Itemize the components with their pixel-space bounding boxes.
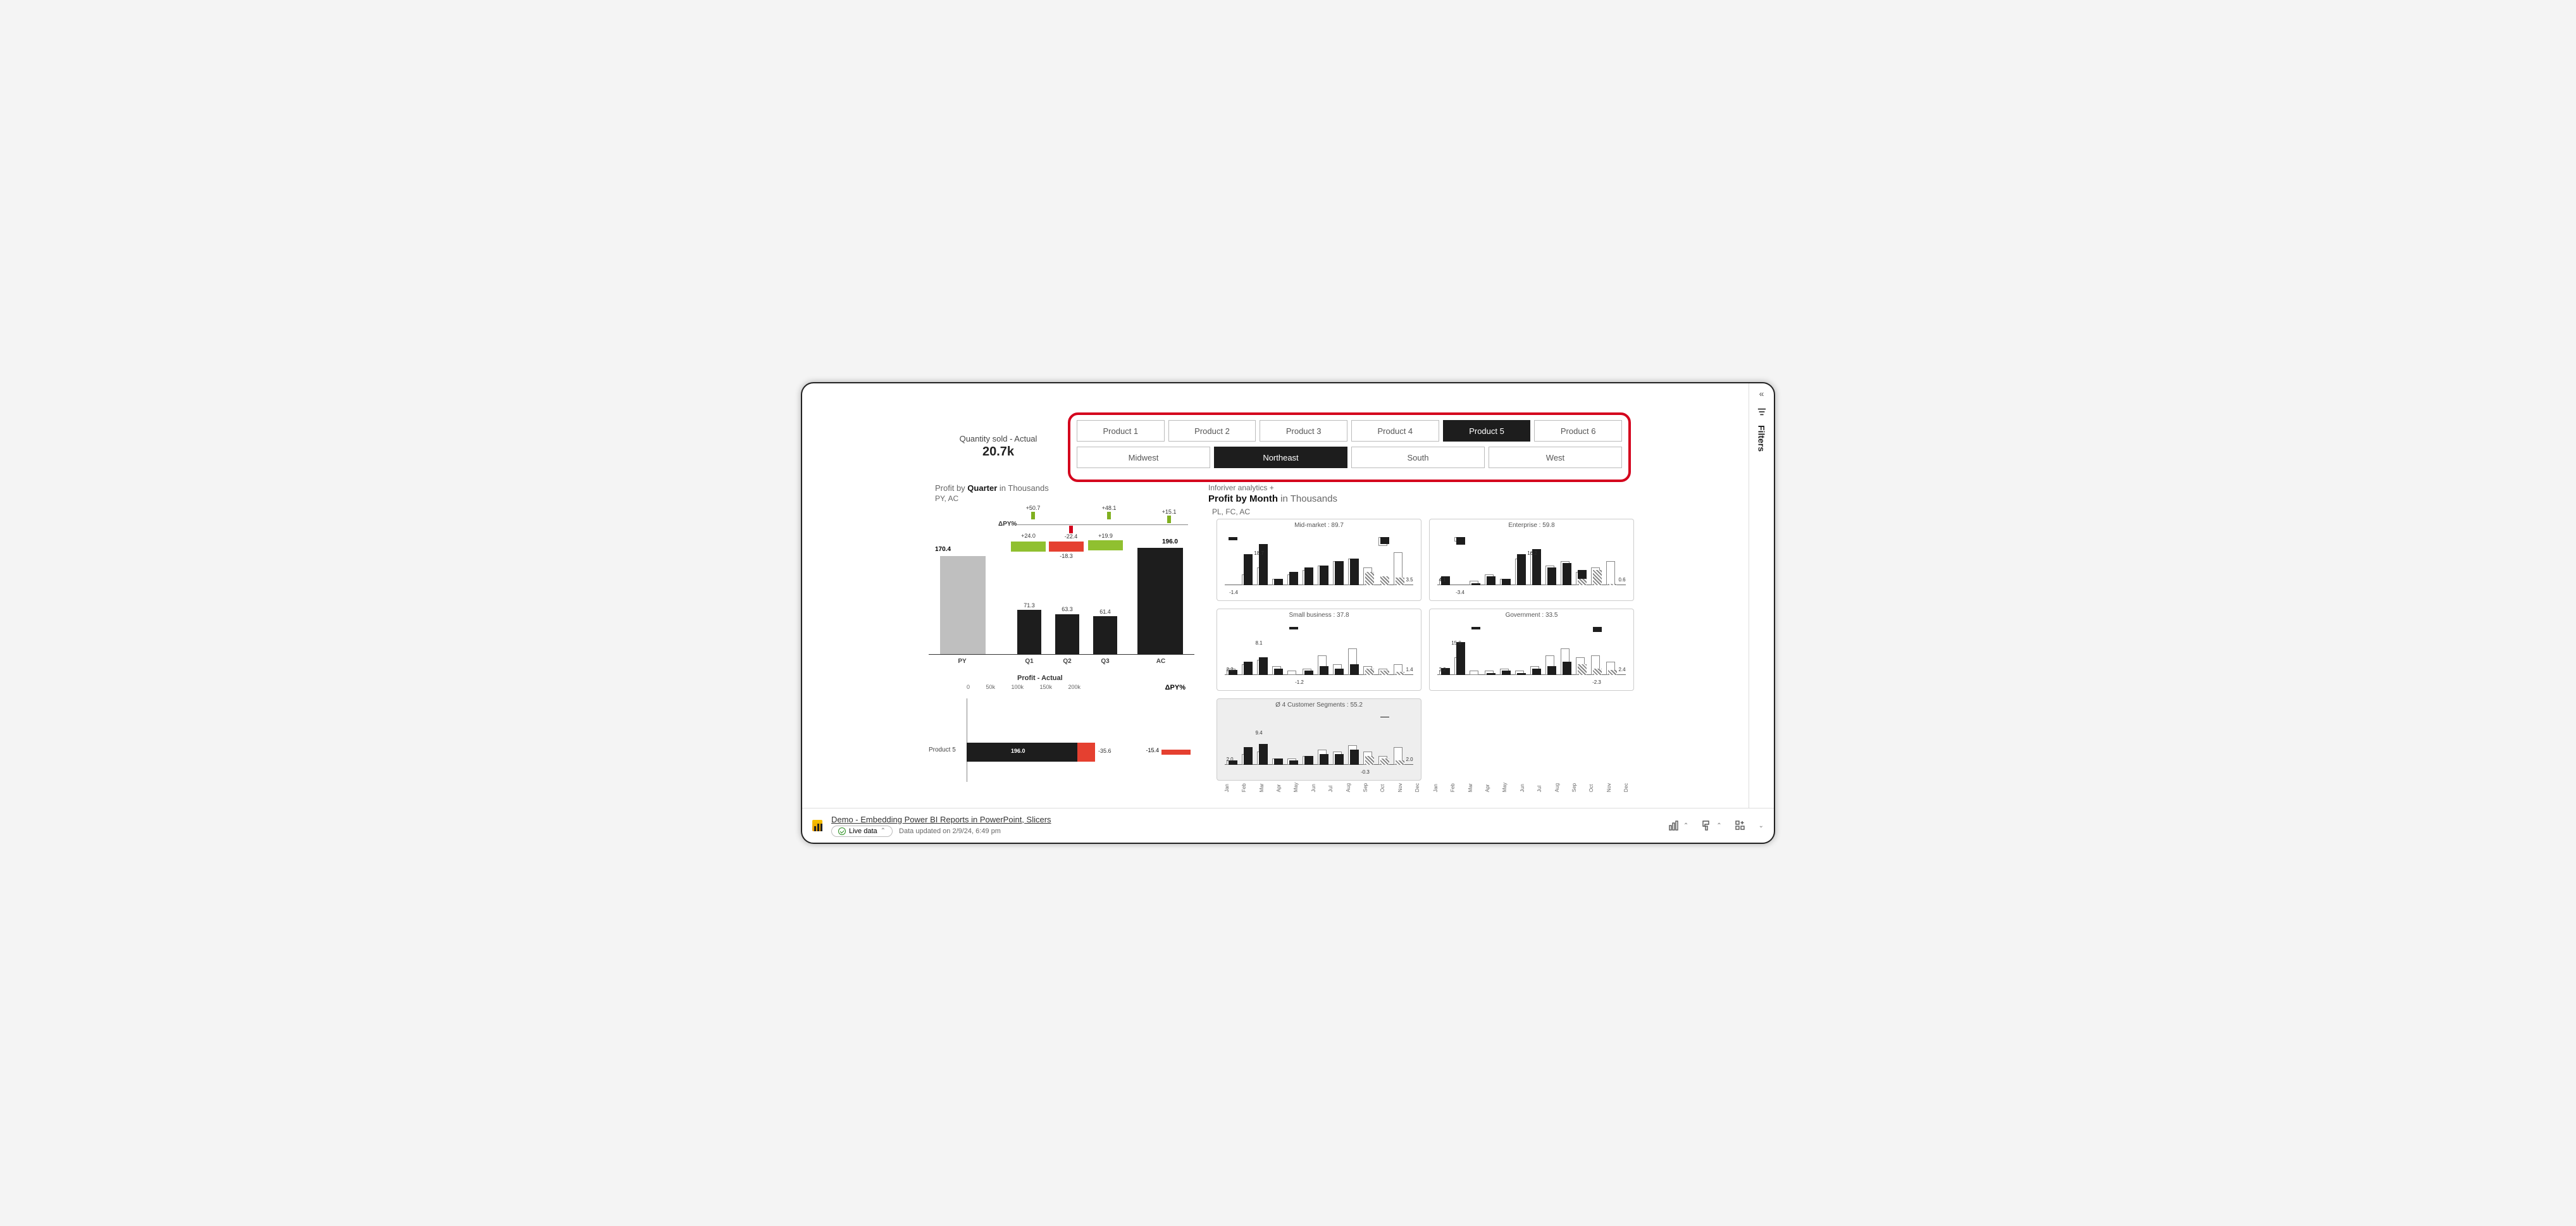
expand-button[interactable]: ⌄ [1759, 822, 1764, 829]
sm-panel-2[interactable]: Small business : 37.8 2.2 8.1 -1.2 1.4 [1217, 609, 1421, 691]
slicer-region-northeast[interactable]: Northeast [1214, 447, 1347, 468]
paint-icon [1701, 820, 1712, 831]
py-value: 170.4 [935, 546, 951, 553]
live-data-button[interactable]: Live data ⌃ [831, 826, 893, 837]
add-grid-icon [1735, 820, 1746, 831]
profit-row-label: Product 5 [929, 746, 956, 753]
quarter-chart-title: Profit by Quarter in Thousands PY, AC [935, 483, 1049, 503]
profit-chart-title: Profit - Actual [1017, 674, 1063, 682]
data-updated-label: Data updated on 2/9/24, 6:49 pm [899, 827, 1001, 835]
month-chart-title: Profit by Month in Thousands [1208, 493, 1337, 504]
ac-bar [1137, 548, 1183, 654]
slicer-region-midwest[interactable]: Midwest [1077, 447, 1210, 468]
powerbi-icon [812, 820, 822, 831]
sm-panel-4[interactable]: Ø 4 Customer Segments : 55.2 2.0 9.4 -0.… [1217, 698, 1421, 781]
month-small-multiples[interactable]: Mid-market : 89.7 18.7 -1.4 3.5Enterpris… [1217, 519, 1634, 781]
slicer-highlight: Product 1 Product 2 Product 3 Product 4 … [1068, 412, 1631, 482]
month-axis-left: JanFebMarAprMayJunJulAugSepOctNovDec [1224, 783, 1420, 792]
slicer-product-4[interactable]: Product 4 [1351, 420, 1439, 442]
product-slicer: Product 1 Product 2 Product 3 Product 4 … [1070, 415, 1628, 442]
slicer-product-5[interactable]: Product 5 [1443, 420, 1531, 442]
chevron-up-icon: ⌃ [1683, 822, 1688, 829]
chevron-up-icon: ⌃ [881, 827, 886, 834]
filters-icon [1757, 407, 1766, 416]
slicer-region-west[interactable]: West [1489, 447, 1622, 468]
profit-chart[interactable]: Profit - Actual 050k100k150k200k ΔPY% Pr… [929, 674, 1194, 782]
slicer-product-3[interactable]: Product 3 [1260, 420, 1347, 442]
data-options-button[interactable]: ⌃ [1668, 820, 1688, 831]
sm-panel-1[interactable]: Enterprise : 59.8 4.1 16.2 -3.4 0.6 [1429, 519, 1634, 601]
slicer-product-2[interactable]: Product 2 [1168, 420, 1256, 442]
slicer-product-1[interactable]: Product 1 [1077, 420, 1165, 442]
filters-label: Filters [1757, 425, 1767, 452]
chevron-down-icon: ⌄ [1759, 822, 1764, 829]
quarter-chart[interactable]: ΔPY% +50.7 -22.4 +48.1 +15.1 170.4 196.0… [929, 507, 1194, 665]
sm-panel-0[interactable]: Mid-market : 89.7 18.7 -1.4 3.5 [1217, 519, 1421, 601]
region-slicer: Midwest Northeast South West [1070, 447, 1628, 473]
kpi-value: 20.7k [948, 445, 1049, 459]
style-options-button[interactable]: ⌃ [1701, 820, 1721, 831]
bar-chart-icon [1668, 820, 1680, 831]
footer-bar: Demo - Embedding Power BI Reports in Pow… [802, 808, 1774, 843]
report-title-link[interactable]: Demo - Embedding Power BI Reports in Pow… [831, 815, 1051, 824]
month-chart-sub: PL, FC, AC [1212, 507, 1250, 516]
check-icon [838, 827, 846, 835]
month-axis-right: JanFebMarAprMayJunJulAugSepOctNovDec [1433, 783, 1629, 792]
filters-collapse-icon[interactable]: « [1759, 388, 1764, 399]
profit-ticks: 050k100k150k200k [967, 684, 1081, 690]
py-bar [940, 556, 986, 654]
profit-dpy-label: ΔPY% [1165, 684, 1186, 691]
slicer-region-south[interactable]: South [1351, 447, 1485, 468]
inforiver-label: Inforiver analytics + [1208, 483, 1274, 492]
slicer-product-6[interactable]: Product 6 [1534, 420, 1622, 442]
sm-panel-3[interactable]: Government : 33.5 3.2 15.0 -2.3 2.4 [1429, 609, 1634, 691]
chevron-up-icon: ⌃ [1716, 822, 1721, 829]
kpi-title: Quantity sold - Actual [948, 434, 1049, 443]
filters-pane[interactable]: « Filters [1749, 383, 1774, 808]
insert-button[interactable] [1735, 820, 1746, 831]
ac-value: 196.0 [1162, 538, 1178, 545]
